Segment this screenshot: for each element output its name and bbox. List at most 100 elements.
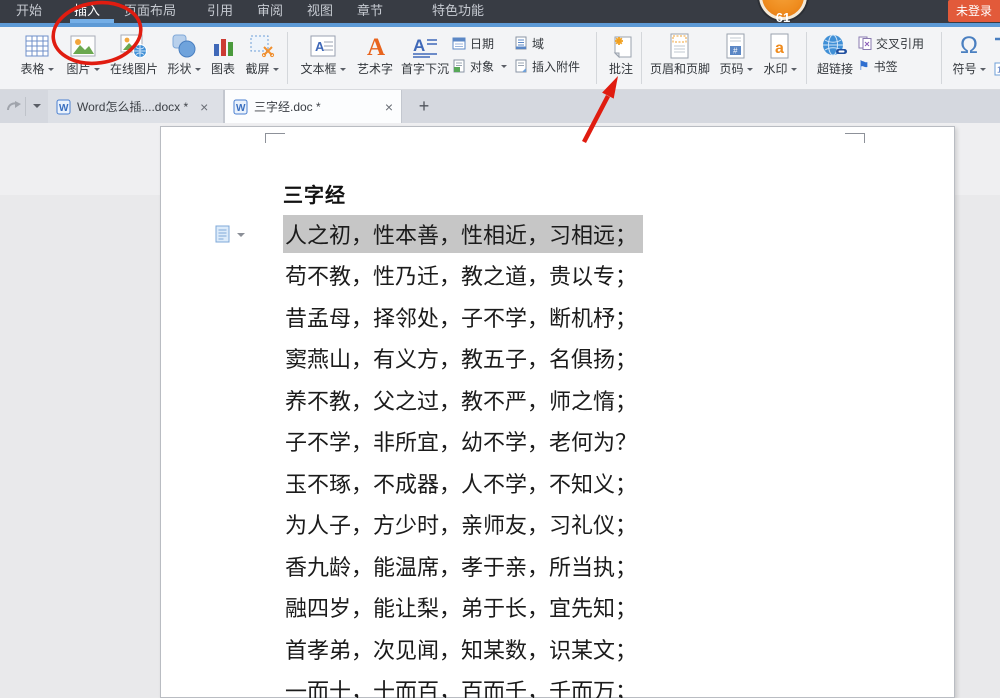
screenshot-button[interactable]: 截屏 — [240, 27, 284, 87]
insert-chart-button[interactable]: 图表 — [206, 27, 240, 87]
new-tab-button[interactable]: + — [412, 94, 436, 118]
login-button[interactable]: 未登录 — [948, 0, 1000, 22]
doc-line[interactable]: 首孝弟，次见闻，知某数，识某文； — [283, 628, 903, 670]
doc-line[interactable]: 窦燕山，有义方，教五子，名俱扬； — [283, 338, 903, 380]
ribbon-separator — [806, 32, 807, 84]
doc-line[interactable]: 子不学，非所宜，幼不学，老何为？ — [283, 421, 903, 463]
shapes-icon — [171, 31, 197, 61]
document-heading[interactable]: 三字经 — [283, 179, 346, 208]
menu-tab-home[interactable]: 开始 — [16, 0, 42, 23]
doc-line[interactable]: 苟不教，性乃迁，教之道，贵以专； — [283, 255, 903, 297]
watermark-icon: a — [769, 31, 791, 61]
field-icon — [515, 36, 527, 50]
menu-bar: 开始 插入 页面布局 引用 审阅 视图 章节 特色功能 61 未登录 — [0, 0, 1000, 25]
dropdown-arrow-icon — [979, 68, 986, 74]
numbering-partial-icon: 12 — [994, 62, 1000, 76]
margin-mark-left — [265, 133, 285, 143]
chart-icon — [211, 31, 235, 61]
menu-tab-special-features[interactable]: 特色功能 — [432, 0, 484, 23]
close-tab-icon[interactable]: × — [385, 99, 393, 115]
active-tab-underline — [70, 19, 114, 23]
doc-line[interactable]: 融四岁，能让梨，弟于长，宜先知； — [283, 587, 903, 629]
page-number-button[interactable]: # 页码 — [714, 27, 758, 87]
insert-wordart-button[interactable]: A 艺术字 — [352, 27, 398, 87]
ribbon-small-column-2: 域 插入附件 — [514, 27, 594, 74]
dropdown-arrow-icon — [272, 68, 279, 74]
doc-line[interactable]: 养不教，父之过，教不严，师之惰； — [283, 379, 903, 421]
bookmark-button[interactable]: ⚑ 书签 — [858, 58, 934, 74]
insert-attachment-button[interactable]: 插入附件 — [514, 58, 594, 74]
ribbon-small-column-3: 交叉引用 ⚑ 书签 — [858, 27, 934, 74]
accent-line — [0, 23, 1000, 27]
document-tab-bar: W Word怎么插....docx * × W 三字经.doc * × + — [0, 90, 1000, 123]
ribbon-group-text: A 文本框 A 艺术字 A 首字下沉 日期 对象 域 插入附件 — [294, 27, 594, 90]
svg-text:W: W — [236, 103, 246, 114]
page-number-icon: # — [725, 31, 747, 61]
dropdown-arrow-icon — [93, 68, 100, 74]
ribbon-group-symbols: Ω 符号 12 — [946, 27, 1000, 90]
insert-field-button[interactable]: 域 — [514, 35, 594, 51]
insert-date-button[interactable]: 日期 — [452, 35, 514, 51]
document-page[interactable]: 三字经 人之初，性本善，性相近，习相远； 苟不教，性乃迁，教之道，贵以专； 昔孟… — [160, 126, 955, 698]
doc-line[interactable]: 一而十，十而百，百而千，千而万； — [283, 670, 903, 698]
online-picture-icon — [120, 31, 148, 61]
svg-text:A: A — [367, 34, 385, 60]
doc-line[interactable]: 昔孟母，择邻处，子不学，断机杼； — [283, 296, 903, 338]
document-canvas: 三字经 人之初，性本善，性相近，习相远； 苟不教，性乃迁，教之道，贵以专； 昔孟… — [0, 123, 1000, 698]
svg-text:a: a — [775, 40, 784, 57]
ribbon-group-header-page: 页眉和页脚 # 页码 a 水印 — [646, 27, 802, 90]
menu-tab-section[interactable]: 章节 — [357, 0, 383, 23]
member-level-badge[interactable]: 61 — [759, 0, 807, 25]
partial-clipped-button[interactable]: 12 — [992, 27, 1000, 87]
menu-tab-view[interactable]: 视图 — [307, 0, 333, 23]
menu-tab-references[interactable]: 引用 — [207, 0, 233, 23]
svg-text:A: A — [315, 39, 325, 54]
insert-symbol-button[interactable]: Ω 符号 — [946, 27, 992, 87]
doc-line[interactable]: 为人子，方少时，亲师友，习礼仪； — [283, 504, 903, 546]
insert-table-button[interactable]: 表格 — [14, 27, 60, 87]
hyperlink-icon — [820, 31, 850, 61]
object-icon — [453, 59, 465, 73]
svg-text:A: A — [413, 36, 425, 55]
drop-cap-button[interactable]: A 首字下沉 — [398, 27, 452, 87]
menu-tab-review[interactable]: 审阅 — [257, 0, 283, 23]
ribbon-separator — [941, 32, 942, 84]
attachment-icon — [515, 59, 527, 73]
doc-line[interactable]: 香九龄，能温席，孝于亲，所当执； — [283, 545, 903, 587]
dropdown-arrow-icon — [237, 232, 245, 241]
ribbon-separator — [641, 32, 642, 84]
cross-reference-icon — [858, 36, 872, 50]
insert-online-picture-button[interactable]: 在线图片 — [106, 27, 162, 87]
document-tab-1[interactable]: W Word怎么插....docx * × — [48, 90, 224, 123]
table-icon — [24, 31, 50, 61]
doc-line-selected[interactable]: 人之初，性本善，性相近，习相远； — [283, 213, 903, 255]
close-tab-icon[interactable]: × — [200, 99, 208, 115]
cross-reference-button[interactable]: 交叉引用 — [858, 35, 934, 51]
word-doc-icon: W — [233, 99, 248, 114]
insert-shapes-button[interactable]: 形状 — [162, 27, 206, 87]
doc-line[interactable]: 玉不琢，不成器，人不学，不知义； — [283, 462, 903, 504]
hyperlink-button[interactable]: 超链接 — [812, 27, 858, 87]
quick-access-dropdown[interactable] — [33, 104, 41, 112]
header-footer-button[interactable]: 页眉和页脚 — [646, 27, 714, 87]
document-tab-2-active[interactable]: W 三字经.doc * × — [224, 90, 402, 123]
insert-textbox-button[interactable]: A 文本框 — [294, 27, 352, 87]
watermark-button[interactable]: a 水印 — [758, 27, 802, 87]
insert-comment-button[interactable]: 批注 — [602, 27, 640, 87]
ribbon-group-links: 超链接 交叉引用 ⚑ 书签 — [812, 27, 934, 90]
drop-cap-icon: A — [411, 31, 439, 61]
menu-tab-page-layout[interactable]: 页面布局 — [124, 0, 176, 23]
dropdown-arrow-icon — [339, 68, 346, 74]
dropdown-arrow-icon — [746, 68, 753, 74]
redo-button[interactable] — [6, 98, 22, 119]
dropdown-arrow-icon — [47, 68, 54, 74]
ribbon-toolbar: 表格 图片 在线图片 形状 图表 截屏 A 文本框 A 艺术字 A 首字下沉 日… — [0, 27, 1000, 90]
ribbon-separator — [596, 32, 597, 84]
toolbar-divider — [25, 97, 26, 116]
header-footer-icon — [669, 31, 691, 61]
wps-writer-window: 开始 插入 页面布局 引用 审阅 视图 章节 特色功能 61 未登录 表格 图片… — [0, 0, 1000, 698]
insert-picture-button[interactable]: 图片 — [60, 27, 106, 87]
insert-object-button[interactable]: 对象 — [452, 58, 514, 74]
margin-mark-right — [845, 133, 865, 143]
paste-options-button[interactable] — [215, 225, 245, 244]
